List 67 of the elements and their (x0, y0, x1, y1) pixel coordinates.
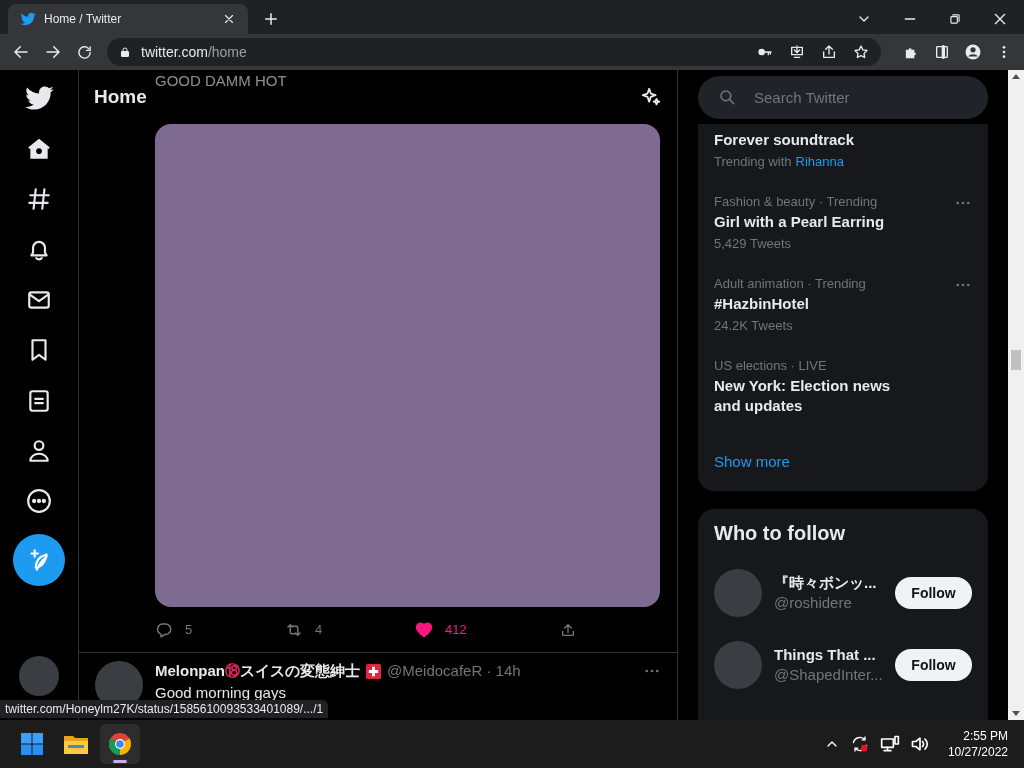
sparkle-icon[interactable] (640, 86, 662, 108)
heart-icon[interactable] (415, 620, 433, 639)
like-count: 412 (445, 620, 467, 639)
tweet-text: GOOD DAMM HOT (155, 71, 287, 91)
reload-icon[interactable] (76, 43, 93, 61)
windows-logo-icon (20, 732, 44, 756)
trend-link[interactable]: Rihanna (795, 152, 844, 172)
trend-title[interactable]: Forever soundtrack (714, 130, 904, 150)
compose-button[interactable] (13, 534, 65, 587)
taskbar-app[interactable] (100, 724, 140, 764)
scroll-up-icon[interactable] (1012, 74, 1020, 79)
trend-title[interactable]: #HazbinHotel (714, 294, 904, 314)
trend-title[interactable]: Girl with a Pearl Earring (714, 212, 904, 232)
show-more-link[interactable]: Show more (714, 453, 790, 470)
side-panel-icon[interactable] (934, 44, 950, 60)
tweet-count: 5,429 Tweets (714, 235, 793, 253)
share-icon[interactable] (821, 44, 837, 60)
document-icon[interactable] (26, 387, 52, 414)
back-icon[interactable] (12, 43, 30, 61)
status-url-tooltip: twitter.com/Honeylm27K/status/1585610093533401089/.../1 (0, 700, 329, 718)
trend-subtitle: Trending with (714, 153, 792, 171)
scroll-down-icon[interactable] (1012, 711, 1020, 716)
section-title: Who to follow (714, 521, 847, 545)
clock-time[interactable]: 2:55 PM (963, 728, 1008, 744)
tweet-count: 24.2K Tweets (714, 317, 794, 335)
folder-icon (63, 733, 89, 755)
trend-context: Fashion & beauty · Trending (714, 193, 879, 211)
more-circle-icon[interactable] (26, 488, 52, 515)
search-icon (718, 88, 736, 106)
follow-button[interactable]: Follow (895, 577, 972, 609)
network-icon[interactable] (879, 734, 900, 754)
person-icon[interactable] (26, 437, 52, 464)
bird-icon (20, 11, 36, 27)
new-tab-icon[interactable] (262, 10, 280, 28)
restore-icon[interactable] (948, 12, 962, 26)
star-icon[interactable] (853, 44, 869, 60)
url-text: twitter.com/home (141, 42, 248, 62)
user-handle: @ShapedInter... (774, 665, 883, 685)
lock-icon (119, 46, 131, 58)
close-icon[interactable] (992, 11, 1008, 27)
clock-date[interactable]: 10/27/2022 (947, 744, 1008, 760)
follow-button[interactable]: Follow (895, 649, 972, 681)
close-icon[interactable] (222, 12, 236, 26)
scrollbar[interactable] (1008, 70, 1024, 720)
reply-icon[interactable] (155, 620, 173, 639)
search-field[interactable]: Search Twitter (698, 76, 988, 119)
tab-title: Home / Twitter (44, 11, 123, 28)
author-name[interactable]: Melonpan⑱スイスの変態紳士 (155, 661, 360, 681)
user-name[interactable]: 『時々ボンッ... (774, 573, 883, 593)
trend-title[interactable]: New York: Election news and updates (714, 376, 904, 416)
author-handle: @MeidocafeR · 14h (387, 661, 522, 681)
profile-icon[interactable] (964, 43, 982, 61)
swiss-flag-icon (366, 663, 381, 679)
chrome-logo-icon (108, 732, 132, 756)
trend-context: US elections · LIVE (714, 357, 828, 375)
install-icon[interactable] (789, 44, 805, 60)
browser-tab[interactable]: Home / Twitter (8, 4, 248, 34)
trend-context: Adult animation · Trending (714, 275, 867, 293)
page-title: Home (94, 84, 147, 109)
scroll-thumb[interactable] (1011, 350, 1021, 370)
hashtag-icon[interactable] (26, 186, 52, 213)
user-name[interactable]: Things That ... (774, 645, 883, 665)
forward-icon[interactable] (44, 43, 62, 61)
retweet-count: 4 (315, 620, 323, 639)
reply-count: 5 (185, 620, 193, 639)
user-handle: @roshidere (774, 593, 853, 613)
address-bar[interactable]: twitter.com/home (107, 38, 881, 66)
